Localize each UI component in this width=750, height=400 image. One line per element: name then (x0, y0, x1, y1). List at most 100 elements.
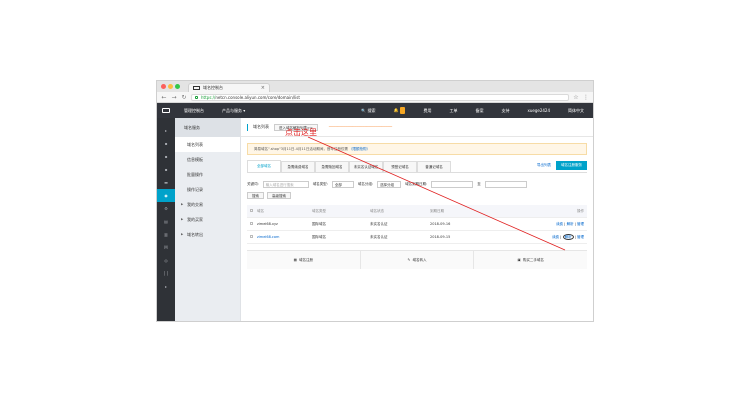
filter-row: 关键词: 输入域名进行搜索 域名类型: 全部 域名分组: 选择分组 域名到期日期… (247, 179, 587, 189)
more-icon[interactable]: ▸ (157, 280, 175, 293)
icp-link[interactable]: 备案 (466, 108, 492, 114)
group-select[interactable]: 选择分组 (377, 180, 402, 188)
support-link[interactable]: 支持 (492, 108, 518, 114)
sidebar-item-trades[interactable]: ▶ 我的交易 (175, 197, 240, 212)
notice-text: 简易域名".shop"3月11日-4月11日活动期间，首年注册仅需 (254, 147, 348, 151)
tab-pre-register[interactable]: 预登记域名 (383, 161, 417, 172)
logo-icon (162, 108, 170, 113)
sidebar-header: 域名服务 (175, 118, 240, 137)
products-menu[interactable]: 产品与服务 ▾ (213, 108, 254, 114)
console-home-link[interactable]: 管理控制台 (175, 108, 213, 114)
domain-icon[interactable]: ◉ (157, 189, 175, 202)
select-all-checkbox[interactable] (250, 209, 253, 212)
browser-window: 域名控制台 × ← → ↻ https://netcn.console.aliy… (156, 80, 594, 322)
domain-table: 域名 域名类型 域名状态 到期日期 操作 zimei68.xyz 国际域名 未实… (247, 205, 587, 244)
address-bar[interactable]: https://netcn.console.aliyun.com/core/do… (191, 93, 569, 101)
chart-icon[interactable]: ▥ (157, 228, 175, 241)
sidebar-item-templates[interactable]: 信息模板 (175, 152, 240, 167)
sidebar-item-domain-list[interactable]: 域名列表 (175, 137, 240, 152)
search-button[interactable]: 🔍 搜索 (352, 108, 384, 114)
row-checkbox[interactable] (250, 222, 253, 225)
aliyun-logo[interactable] (157, 103, 175, 118)
row-checkbox[interactable] (250, 235, 253, 238)
notification-button[interactable]: 🔔 (384, 107, 414, 114)
keyword-input[interactable]: 输入域名进行搜索 (262, 180, 309, 188)
sidebar-item-label: 域名列表 (187, 142, 203, 147)
sidebar-item-buyers[interactable]: ▶ 我的买家 (175, 212, 240, 227)
code-icon[interactable]: [ ] (157, 267, 175, 280)
manage-link[interactable]: 管理 (577, 222, 584, 226)
manage-link[interactable]: 管理 (577, 235, 584, 239)
tab-normal[interactable]: 普通记域名 (417, 161, 451, 172)
forward-icon[interactable]: → (171, 94, 177, 101)
type-select[interactable]: 全部 (331, 180, 354, 188)
browser-toolbar: ← → ↻ https://netcn.console.aliyun.com/c… (157, 92, 593, 103)
quick-transfer-in[interactable]: ✎ 域名转入 (360, 251, 475, 269)
tab-all[interactable]: 全部域名 (247, 160, 281, 172)
domain-name[interactable]: zimei68.com (257, 235, 312, 239)
nav-icon-2[interactable]: ▪ (157, 150, 175, 163)
expand-icon[interactable]: ▸ (157, 124, 175, 137)
minimize-window-dot[interactable] (168, 84, 173, 89)
renew-link[interactable]: 续费 (556, 222, 563, 226)
notice-link[interactable]: （限额抢购） (349, 147, 370, 151)
back-icon[interactable]: ← (161, 94, 167, 101)
tickets-link[interactable]: 工单 (440, 108, 466, 114)
language-menu[interactable]: 简体中文 (559, 108, 593, 114)
cloud-icon[interactable]: ◎ (157, 254, 175, 267)
close-window-dot[interactable] (161, 84, 166, 89)
sidebar-item-records[interactable]: 操作记录 (175, 182, 240, 197)
nav-icon-1[interactable]: ▪ (157, 137, 175, 150)
url-scheme: https:// (201, 94, 216, 100)
sidebar-item-label: 我的交易 (187, 202, 203, 207)
expire-end-input[interactable] (484, 180, 527, 188)
resolve-link[interactable]: 解析 (567, 222, 574, 226)
service-sidebar: 域名服务 域名列表 信息模板 批量操作 操作记录 ▶ 我的交易 ▶ 我的买家 ▶ 域名… (175, 118, 241, 321)
tab-redeem[interactable]: 急需赎回域名 (315, 161, 349, 172)
close-icon[interactable]: × (261, 85, 265, 91)
advanced-search-button[interactable]: 高级搜索 (267, 192, 291, 199)
search-button[interactable]: 搜索 (247, 192, 264, 199)
notification-badge (400, 107, 406, 114)
icon-sidebar: ▸ ▪ ▪ ▪ ▬ ◉ ⚙ ▤ ▥ M ◎ [ ] ▸ (157, 118, 175, 321)
domain-name[interactable]: zimei68.xyz (257, 222, 312, 226)
star-icon[interactable]: ☆ (573, 94, 579, 101)
sidebar-item-label: 我的买家 (187, 217, 203, 222)
table-row: zimei68.com 国际域名 未实名认证 2018-09-15 续费 | 解… (247, 231, 587, 244)
bell-icon: 🔔 (393, 107, 399, 113)
menu-icon[interactable]: ⋮ (583, 94, 589, 101)
register-domain-button[interactable]: 域名注册服务 (556, 161, 587, 170)
database-icon[interactable]: ▤ (157, 215, 175, 228)
cart-icon: ▣ (517, 258, 521, 262)
resolve-link[interactable]: 解析 (562, 233, 574, 240)
fees-link[interactable]: 费用 (414, 108, 440, 114)
reload-icon[interactable]: ↻ (181, 94, 187, 101)
col-domain[interactable]: 域名 (257, 209, 312, 214)
nav-icon-4[interactable]: ▬ (157, 176, 175, 189)
nav-icon-3[interactable]: ▪ (157, 163, 175, 176)
tab-renew[interactable]: 急需续费域名 (281, 161, 315, 172)
main-content: 域名列表 进入域名解析列表>> ────────────────────────… (241, 118, 593, 321)
domain-tabs: 全部域名 急需续费域名 急需赎回域名 未实名认证域名 预登记域名 普通记域名 导… (247, 160, 587, 173)
col-expire[interactable]: 到期日期 (430, 209, 510, 214)
renew-link[interactable]: 续费 (552, 235, 559, 239)
user-menu[interactable]: xuege2424 (518, 108, 559, 113)
maximize-window-dot[interactable] (175, 84, 180, 89)
quick-register[interactable]: ▦ 域名注册 (247, 251, 361, 269)
sidebar-item-batch[interactable]: 批量操作 (175, 167, 240, 182)
mail-icon[interactable]: M (157, 241, 175, 254)
sidebar-item-label: 域名转出 (187, 232, 203, 237)
domain-type: 国际域名 (312, 234, 326, 239)
promo-text: ────────────────────────────── (328, 125, 393, 129)
export-list-link[interactable]: 导出列表 (537, 163, 551, 168)
tab-unverified[interactable]: 未实名认证域名 (349, 161, 383, 172)
sidebar-item-transfer-out[interactable]: ▶ 域名转出 (175, 227, 240, 242)
quick-second-hand[interactable]: ▣ 购买二手域名 (474, 251, 588, 269)
browser-tab[interactable]: 域名控制台 × (188, 83, 270, 92)
sidebar-item-label: 批量操作 (187, 172, 203, 177)
keyword-label: 关键词: (247, 181, 259, 186)
sidebar-item-label: 信息模板 (187, 157, 203, 162)
console-header: 管理控制台 产品与服务 ▾ 🔍 搜索 🔔 费用 工单 备案 支持 xuege24… (157, 103, 593, 118)
expire-start-input[interactable] (431, 180, 474, 188)
settings-icon[interactable]: ⚙ (157, 202, 175, 215)
